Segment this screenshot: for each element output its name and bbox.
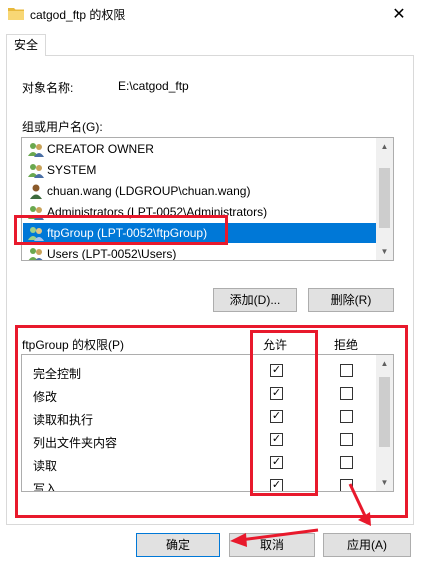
arrow-line-ok [239, 528, 319, 542]
arrow-line-apply [348, 483, 368, 519]
tab-security[interactable]: 安全 [6, 34, 46, 56]
arrow-head-ok [230, 533, 247, 547]
annotation-arrows [230, 483, 371, 547]
